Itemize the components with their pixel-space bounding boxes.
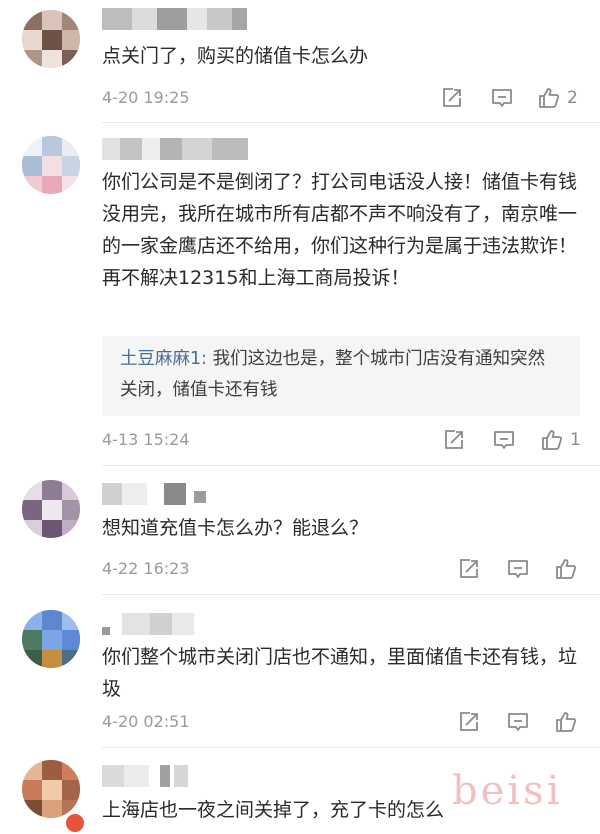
username[interactable] [102,613,202,635]
comment-time: 4-20 02:51 [102,712,190,731]
comment-icon[interactable] [490,86,514,110]
verified-badge-icon [64,812,86,834]
avatar[interactable] [22,760,80,818]
comment-time: 4-20 19:25 [102,88,190,107]
reply-author[interactable]: 土豆麻麻1: [120,349,207,369]
share-icon[interactable] [440,86,464,110]
comment-time: 4-22 16:23 [102,559,190,578]
comment-icon[interactable] [506,710,530,734]
avatar[interactable] [22,480,80,538]
watermark: beisi [452,768,563,814]
like-count: 2 [567,88,578,108]
thumbs-up-icon[interactable] [554,557,578,581]
avatar[interactable] [22,10,80,68]
divider [102,594,600,595]
comment-meta: 4-20 02:51 [102,710,582,734]
username[interactable] [102,483,212,505]
divider [102,465,600,466]
comment-text: 点关门了，购买的储值卡怎么办 [102,45,369,67]
share-icon[interactable] [442,428,466,452]
comment-icon[interactable] [506,557,530,581]
comment-icon[interactable] [492,428,516,452]
avatar[interactable] [22,136,80,194]
comment-meta: 4-22 16:23 [102,557,582,581]
comment-text: 你们公司是不是倒闭了？打公司电话没人接！储值卡有钱没用完，我所在城市所有店都不声… [102,171,578,289]
username[interactable] [102,138,252,160]
share-icon[interactable] [457,710,481,734]
divider [102,122,600,123]
comment-time: 4-13 15:24 [102,430,190,449]
thumbs-up-icon[interactable] [554,710,578,734]
comment-meta: 4-20 19:25 2 [102,86,582,110]
comment-meta: 4-13 15:24 1 [102,428,582,452]
thumbs-up-icon[interactable] [537,86,561,110]
share-icon[interactable] [457,557,481,581]
reply-box[interactable]: 土豆麻麻1: 我们这边也是，整个城市门店没有通知突然关闭，储值卡还有钱 [102,336,580,416]
username[interactable] [102,765,192,787]
thumbs-up-icon[interactable] [540,428,564,452]
like-count: 1 [570,430,581,450]
avatar[interactable] [22,610,80,668]
comment-text: 想知道充值卡怎么办？能退么？ [102,517,369,539]
divider [102,747,600,748]
comment-text: 你们整个城市关闭门店也不通知，里面储值卡还有钱，垃圾 [102,646,578,700]
username[interactable] [102,8,252,30]
